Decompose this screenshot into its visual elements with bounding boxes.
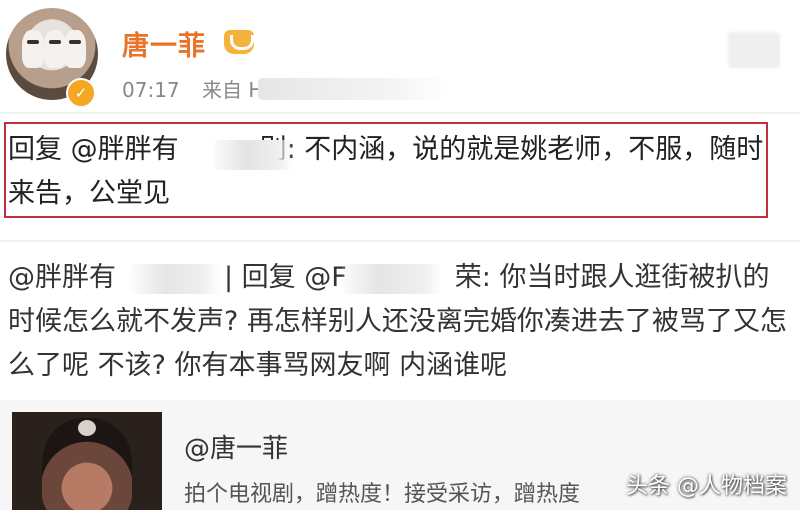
repost-thumbnail[interactable] [12,412,162,510]
repost-username[interactable]: @唐一菲 [184,428,288,465]
verified-badge-icon: ✓ [66,78,96,108]
blurred-source [258,78,448,100]
username[interactable]: 唐一菲 [122,24,206,63]
avatar-cat [22,30,44,68]
post-meta: 07:17 来自 H [122,74,263,103]
avatar-cat [44,30,66,68]
watermark: 头条 @人物档案 [626,474,787,499]
more-menu-icon[interactable] [728,32,780,68]
blurred-username [130,264,220,294]
thumbnail-hat-logo [78,420,96,436]
blurred-username [214,140,294,170]
divider [0,240,800,242]
blurred-username [342,264,442,294]
repost-text: 拍个电视剧，蹭热度！接受采访，蹭热度 [184,482,581,507]
post-time: 07:17 [122,78,180,102]
divider [0,112,800,114]
post-source: 来自 H [202,78,264,102]
reply-text: 回复 @胖胖有 别: 不内涵，说的就是姚老师，不服，随时来告，公堂见 [8,134,764,209]
vip-crown-icon [224,30,254,54]
avatar-cat [64,30,86,68]
